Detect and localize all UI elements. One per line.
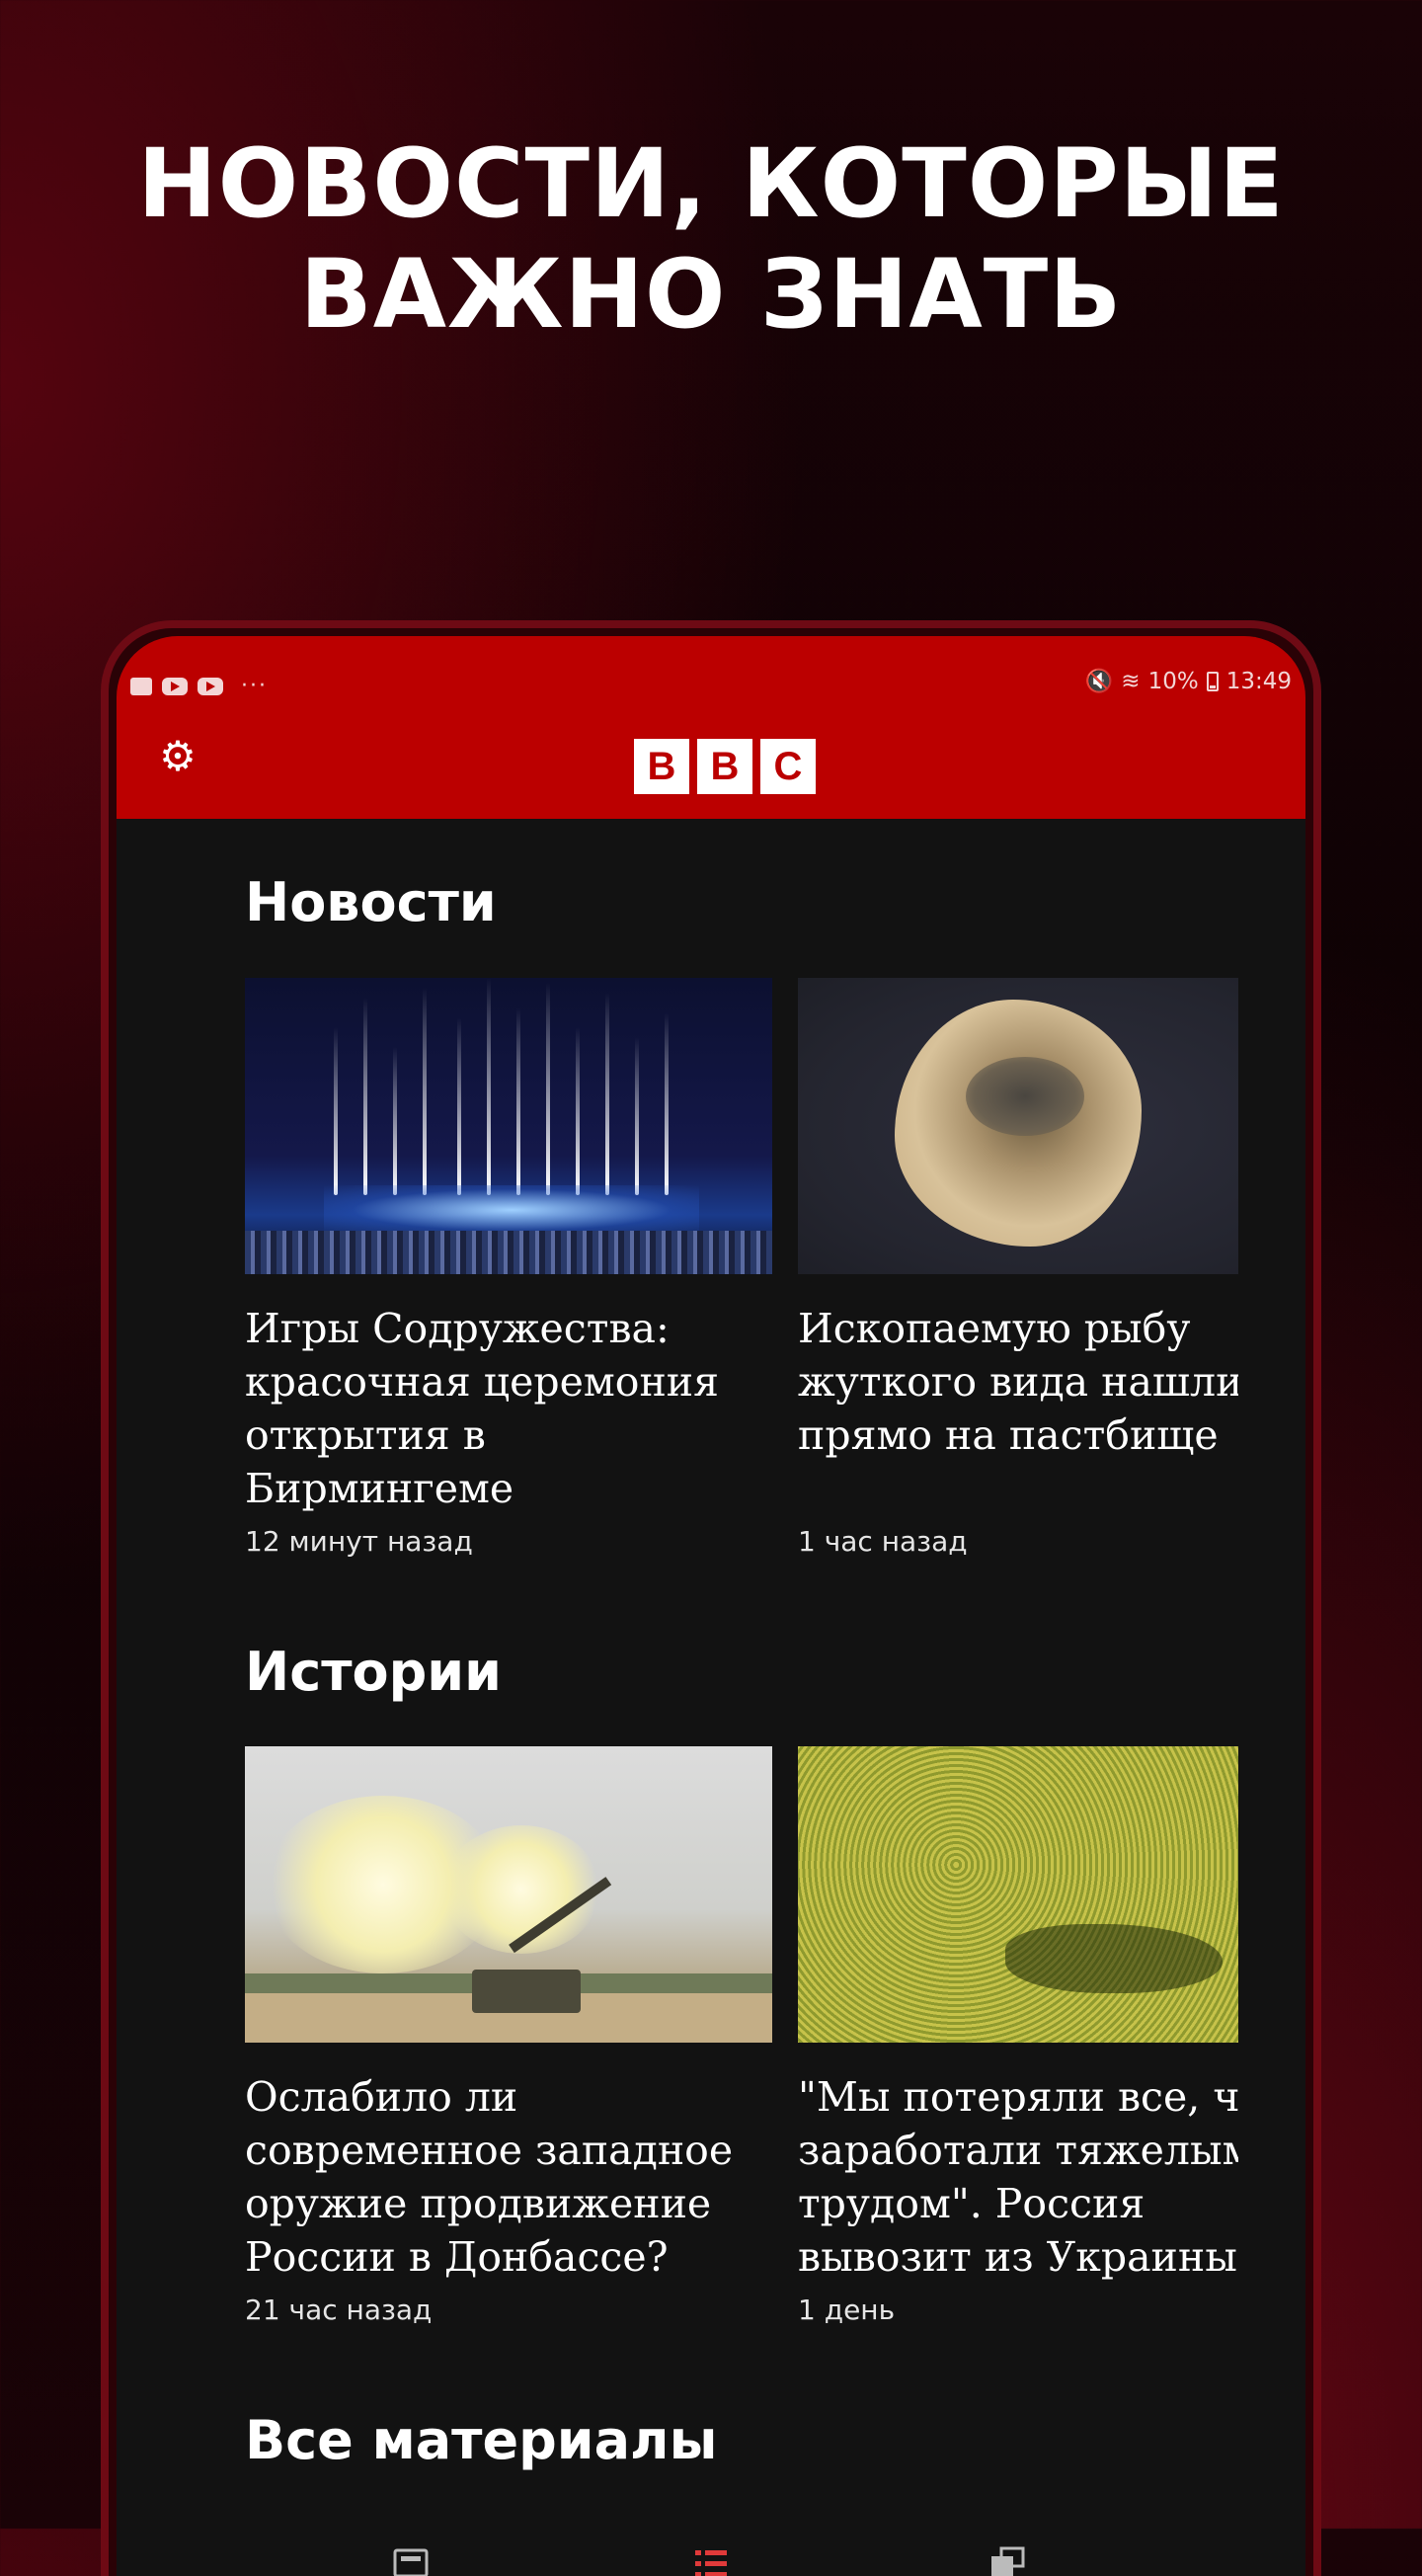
card-title-line: Бирмингеме [245,1465,514,1512]
app-screen: ··· 🔇 ≋ 10% 13:49 ⚙ B B C Новости Игры С… [117,636,1305,2576]
news-card[interactable]: Ископаемую рыбу жуткого вида нашли прямо… [798,978,1238,1462]
card-title-line: прямо на пастбище [798,1411,1219,1459]
card-title: Игры Содружества: красочная церемония от… [245,1302,772,1515]
card-title-line: жуткого вида нашли [798,1358,1238,1406]
card-timestamp: 1 день [798,2294,896,2326]
card-image-fireworks [245,978,772,1274]
promo-headline: НОВОСТИ, КОТОРЫЕ ВАЖНО ЗНАТЬ [0,128,1422,350]
bottom-navigation [117,2536,1305,2576]
card-title: Ископаемую рыбу жуткого вида нашли прямо… [798,1302,1238,1462]
battery-icon [1206,671,1219,691]
gear-icon[interactable]: ⚙ [156,735,199,778]
card-title-line: открытия в [245,1411,486,1459]
device-frame: ··· 🔇 ≋ 10% 13:49 ⚙ B B C Новости Игры С… [101,620,1321,2576]
battery-percent: 10% [1147,668,1199,694]
section-title-stories: Истории [245,1641,502,1703]
card-title: "Мы потеряли все, чт заработали тяжелым … [798,2070,1238,2284]
card-timestamp: 21 час назад [245,2294,433,2326]
card-title-line: красочная церемония [245,1358,719,1406]
promo-headline-line-1: НОВОСТИ, КОТОРЫЕ [137,128,1285,239]
story-card[interactable]: "Мы потеряли все, чт заработали тяжелым … [798,1746,1238,2284]
section-title-news: Новости [245,871,497,933]
logo-letter: B [697,739,752,794]
list-icon[interactable] [693,2546,729,2576]
card-title: Ослабило ли современное западное оружие … [245,2070,772,2284]
card-title-line: Ископаемую рыбу [798,1305,1191,1352]
card-image-fossil [798,978,1238,1274]
card-timestamp: 1 час назад [798,1525,968,1558]
bbc-logo: B B C [634,739,816,794]
card-title-line: трудом". Россия [798,2180,1146,2227]
card-title-line: Игры Содружества: [245,1305,670,1352]
system-status: 🔇 ≋ 10% 13:49 [1084,668,1292,695]
gallery-notification-icon [130,677,152,695]
card-image-sunflower-field [798,1746,1238,2043]
card-title-line: современное западное [245,2127,734,2174]
mute-icon: 🔇 [1084,669,1114,694]
youtube-notification-icon [162,677,188,695]
story-card[interactable]: Ослабило ли современное западное оружие … [245,1746,772,2284]
more-notifications-icon: ··· [241,674,268,698]
wifi-icon: ≋ [1121,668,1141,694]
home-icon[interactable] [393,2546,429,2576]
promo-headline-line-2: ВАЖНО ЗНАТЬ [299,239,1123,350]
card-title-line: вывозит из Украины [798,2233,1237,2281]
logo-letter: C [760,739,816,794]
app-top-bar: ··· 🔇 ≋ 10% 13:49 ⚙ B B C [117,636,1305,819]
clock: 13:49 [1225,668,1292,694]
news-card[interactable]: Игры Содружества: красочная церемония от… [245,978,772,1515]
youtube-notification-icon [198,677,223,695]
card-title-line: оружие продвижение [245,2180,712,2227]
section-title-all: Все материалы [245,2409,718,2471]
logo-letter: B [634,739,689,794]
notification-icons: ··· [130,674,268,698]
card-title-line: России в Донбассе? [245,2233,669,2281]
stack-icon[interactable] [989,2546,1025,2576]
status-bar: ··· 🔇 ≋ 10% 13:49 [117,636,1305,715]
card-title-line: заработали тяжелым [798,2127,1238,2174]
card-title-line: Ослабило ли [245,2073,518,2121]
card-timestamp: 12 минут назад [245,1525,473,1558]
card-title-line: "Мы потеряли все, чт [798,2073,1238,2121]
card-image-artillery [245,1746,772,2043]
